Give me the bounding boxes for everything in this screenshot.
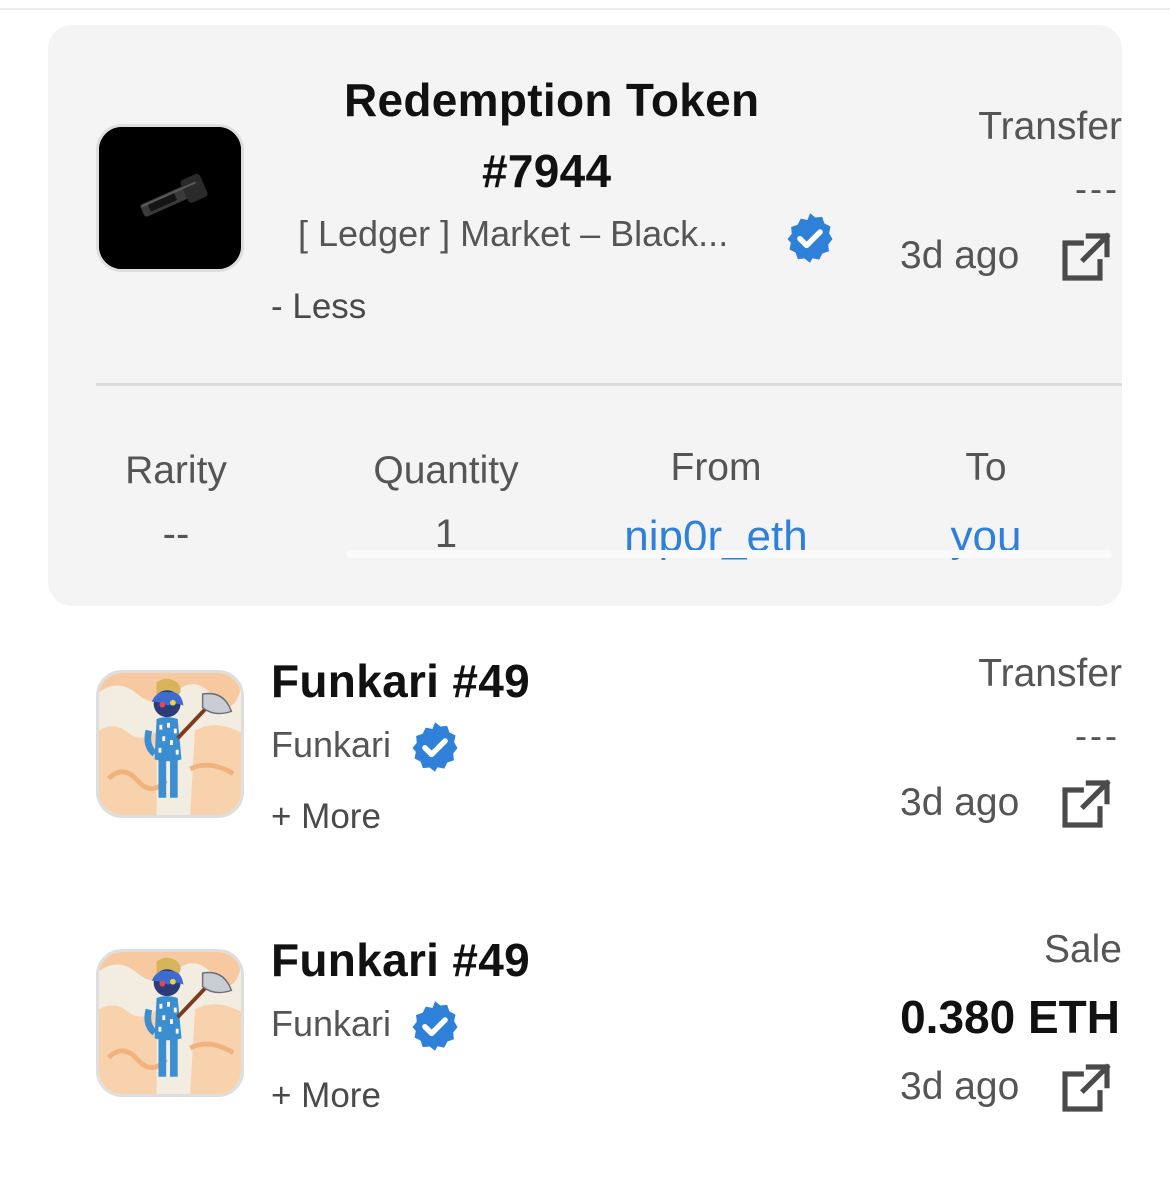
- event-type: Transfer: [978, 652, 1122, 695]
- rarity-value: --: [162, 512, 190, 556]
- external-link-icon[interactable]: [1058, 1060, 1114, 1116]
- event-type: Transfer: [978, 105, 1122, 148]
- to-label: To: [965, 446, 1007, 489]
- details-scrollbar[interactable]: [346, 550, 1112, 558]
- event-price: ---: [1075, 715, 1120, 756]
- item-title-line2: #7944: [482, 145, 612, 197]
- from-label: From: [670, 446, 762, 489]
- ledger-device-image: [99, 127, 241, 269]
- sale-price: 0.380 ETH: [900, 991, 1120, 1043]
- collection-name[interactable]: [ Ledger ] Market – Black...: [298, 213, 728, 255]
- more-toggle[interactable]: + More: [271, 797, 381, 837]
- funkari-character-image: [99, 673, 241, 815]
- top-divider: [0, 8, 1170, 10]
- quantity-label: Quantity: [373, 449, 519, 492]
- event-time: 3d ago: [900, 1065, 1020, 1108]
- external-link-icon[interactable]: [1058, 229, 1114, 285]
- nft-thumbnail-funkari[interactable]: [96, 949, 244, 1097]
- event-time: 3d ago: [900, 234, 1020, 277]
- less-toggle[interactable]: - Less: [271, 287, 366, 327]
- more-toggle[interactable]: + More: [271, 1076, 381, 1116]
- details-divider: [96, 383, 1122, 386]
- item-title: Funkari #49: [271, 934, 530, 986]
- verified-badge-icon: [783, 211, 837, 265]
- item-title-line1: Redemption Token: [344, 74, 760, 126]
- event-price: ---: [1075, 168, 1120, 209]
- funkari-character-image: [99, 952, 241, 1094]
- nft-thumbnail-ledger[interactable]: [96, 124, 244, 272]
- collection-name[interactable]: Funkari: [271, 1003, 391, 1045]
- nft-thumbnail-funkari[interactable]: [96, 670, 244, 818]
- event-time: 3d ago: [900, 781, 1020, 824]
- event-type: Sale: [1043, 928, 1122, 971]
- rarity-label: Rarity: [125, 449, 227, 492]
- verified-badge-icon: [408, 720, 462, 774]
- external-link-icon[interactable]: [1058, 776, 1114, 832]
- verified-badge-icon: [408, 999, 462, 1053]
- item-title: Funkari #49: [271, 655, 530, 707]
- collection-name[interactable]: Funkari: [271, 724, 391, 766]
